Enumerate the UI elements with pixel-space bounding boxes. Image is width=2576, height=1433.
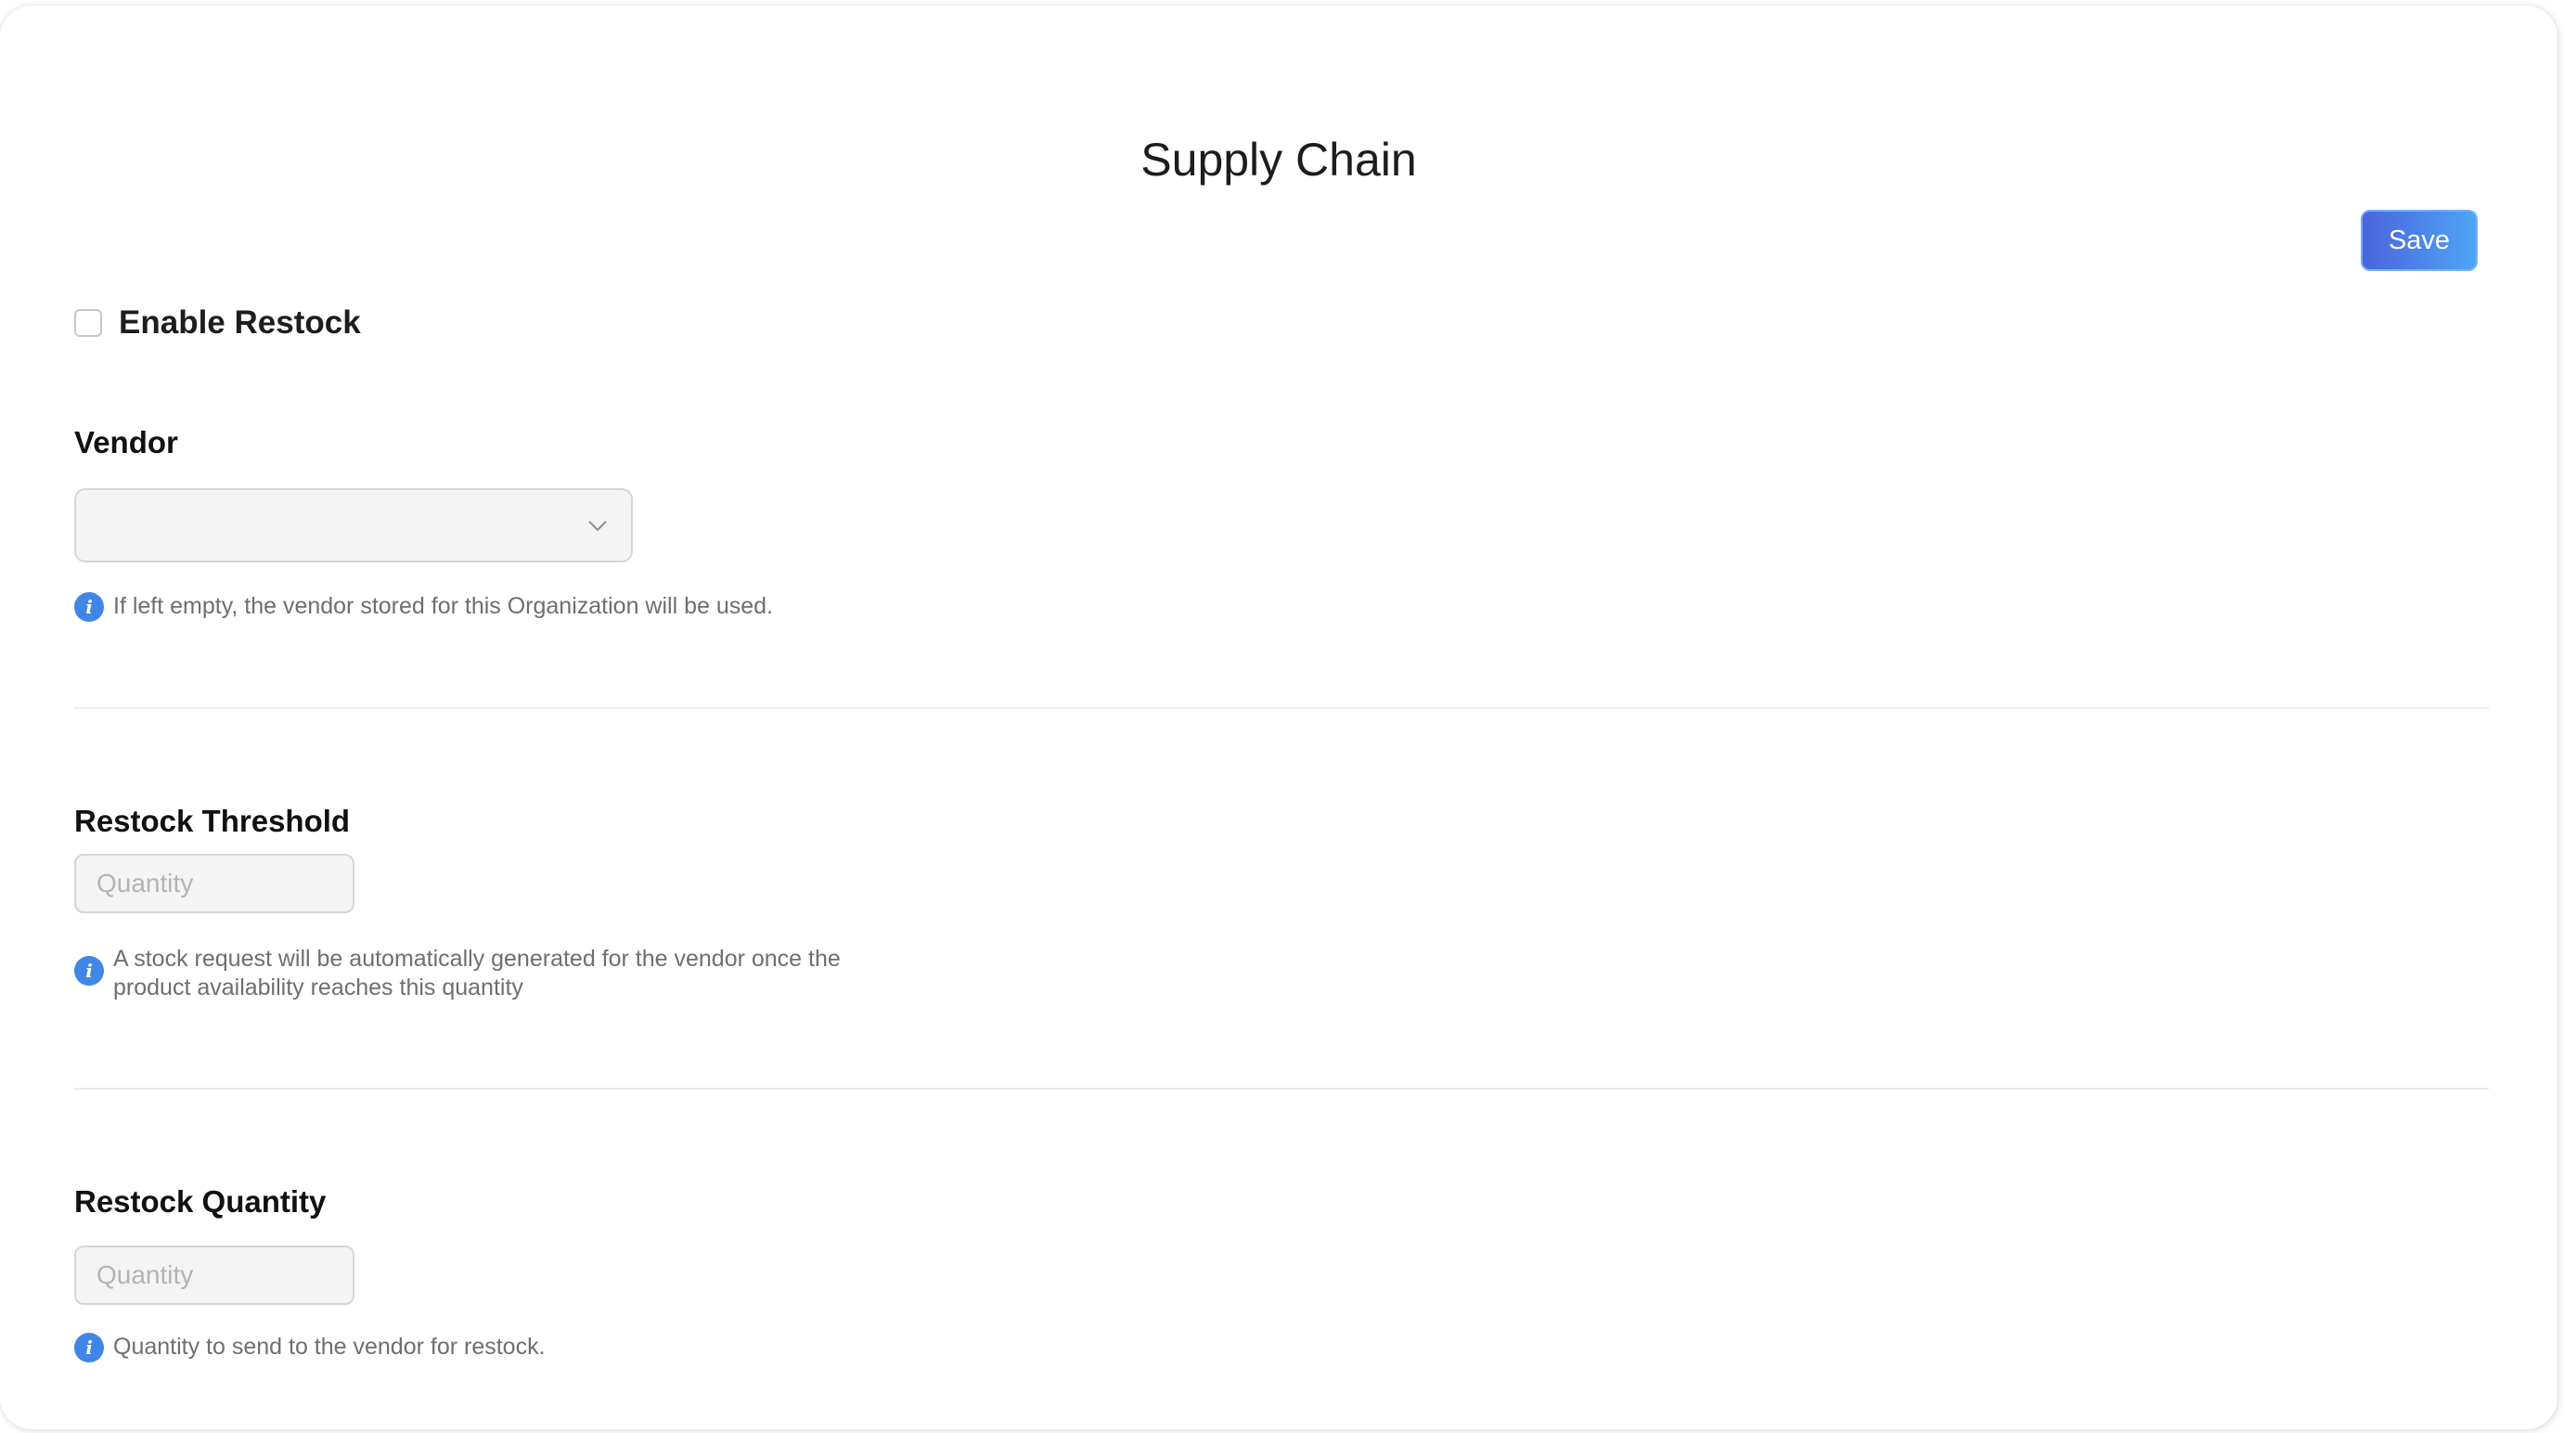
enable-restock-row[interactable]: Enable Restock (74, 304, 361, 342)
restock-threshold-input[interactable] (74, 854, 354, 913)
section-divider (74, 1088, 2489, 1090)
enable-restock-checkbox[interactable] (74, 309, 102, 337)
info-icon: i (74, 592, 104, 622)
vendor-select[interactable] (74, 488, 633, 562)
page-title: Supply Chain (1140, 134, 1417, 186)
restock-threshold-label: Restock Threshold (74, 804, 351, 838)
restock-quantity-input[interactable] (74, 1246, 354, 1305)
info-icon: i (74, 956, 104, 986)
restock-quantity-hint: i Quantity to send to the vendor for res… (74, 1333, 546, 1362)
enable-restock-label[interactable]: Enable Restock (119, 304, 361, 342)
vendor-hint: i If left empty, the vendor stored for t… (74, 592, 773, 622)
restock-quantity-label: Restock Quantity (74, 1184, 327, 1219)
section-divider (74, 707, 2489, 709)
restock-threshold-hint-text: A stock request will be automatically ge… (113, 946, 841, 1001)
info-icon: i (74, 1333, 104, 1362)
save-button[interactable]: Save (2361, 210, 2478, 271)
chevron-down-icon (588, 521, 607, 532)
restock-quantity-hint-text: Quantity to send to the vendor for resto… (113, 1334, 546, 1360)
vendor-label: Vendor (74, 425, 178, 459)
vendor-hint-text: If left empty, the vendor stored for thi… (113, 593, 773, 619)
restock-threshold-hint: i A stock request will be automatically … (74, 945, 856, 1002)
settings-card: Supply Chain Save Enable Restock Vendor … (0, 6, 2557, 1429)
